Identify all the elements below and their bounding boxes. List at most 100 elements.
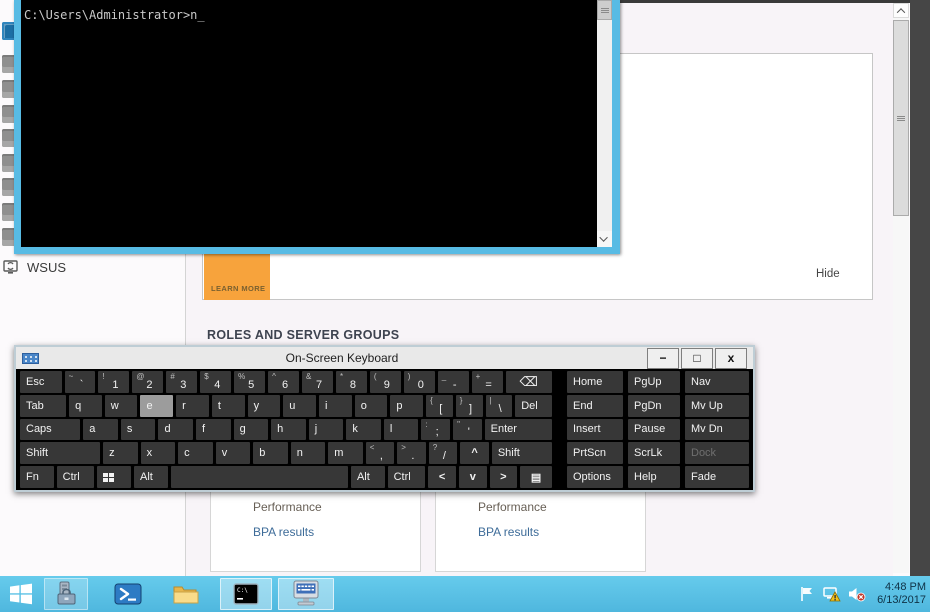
key-n[interactable]: n (291, 442, 326, 464)
volume-muted-icon[interactable] (848, 585, 866, 603)
key-y[interactable]: y (248, 395, 281, 417)
key-r[interactable]: r (176, 395, 209, 417)
key-u[interactable]: u (283, 395, 316, 417)
key-Alt[interactable]: Alt (134, 466, 168, 488)
key-Tab[interactable]: Tab (20, 395, 66, 417)
key-1[interactable]: !1 (98, 371, 129, 393)
file-explorer-taskbar-button[interactable] (162, 578, 210, 610)
key-g[interactable]: g (234, 419, 269, 441)
key-'[interactable]: "' (453, 419, 482, 441)
key-Esc[interactable]: Esc (20, 371, 62, 393)
clock[interactable]: 4:48 PM 6/13/2017 (877, 581, 926, 607)
key-h[interactable]: h (271, 419, 306, 441)
key-f[interactable]: f (196, 419, 231, 441)
start-button[interactable] (2, 577, 40, 611)
key-Alt[interactable]: Alt (351, 466, 385, 488)
command-prompt-taskbar-button[interactable]: C:\ (220, 578, 272, 610)
key-,[interactable]: <, (366, 442, 395, 464)
key-c[interactable]: c (178, 442, 213, 464)
key-s[interactable]: s (121, 419, 156, 441)
key-Home[interactable]: Home (567, 371, 623, 393)
key-d[interactable]: d (158, 419, 193, 441)
key-Options[interactable]: Options (567, 466, 623, 488)
key-`[interactable]: ~` (65, 371, 96, 393)
key-⌫[interactable]: ⌫ (506, 371, 552, 393)
action-center-flag-icon[interactable] (798, 585, 816, 603)
key-i[interactable]: i (319, 395, 352, 417)
key-\[interactable]: |\ (486, 395, 513, 417)
key-PgDn[interactable]: PgDn (628, 395, 680, 417)
key-Enter[interactable]: Enter (485, 419, 552, 441)
key-▤[interactable]: ▤ (520, 466, 552, 488)
key-Ctrl[interactable]: Ctrl (388, 466, 426, 488)
key-windows[interactable] (97, 466, 131, 488)
hide-link[interactable]: Hide (816, 268, 840, 280)
key-e[interactable]: e (140, 395, 173, 417)
network-status-icon[interactable] (823, 585, 841, 603)
key-v[interactable]: v (459, 466, 487, 488)
key-l[interactable]: l (384, 419, 419, 441)
dashboard-scrollbar[interactable] (893, 3, 909, 573)
key-m[interactable]: m (328, 442, 363, 464)
key-w[interactable]: w (105, 395, 138, 417)
key-Help[interactable]: Help (628, 466, 680, 488)
scrollbar-up-button[interactable] (893, 3, 909, 18)
console-scrollbar[interactable] (597, 0, 612, 247)
command-prompt-window[interactable]: C:\Users\Administrator>n_ (14, 0, 620, 254)
key-7[interactable]: &7 (302, 371, 333, 393)
key-Shift[interactable]: Shift (492, 442, 552, 464)
console-output-area[interactable]: C:\Users\Administrator>n_ (21, 0, 597, 247)
bpa-results-link[interactable]: BPA results (478, 525, 539, 539)
key-;[interactable]: :; (421, 419, 450, 441)
key-.[interactable]: >. (397, 442, 426, 464)
key-Fade[interactable]: Fade (685, 466, 749, 488)
console-scrollbar-down-button[interactable] (597, 231, 612, 247)
minimize-button[interactable]: − (647, 348, 679, 369)
key-k[interactable]: k (346, 419, 381, 441)
key-o[interactable]: o (355, 395, 388, 417)
key-9[interactable]: (9 (370, 371, 401, 393)
key-x[interactable]: x (141, 442, 176, 464)
performance-link[interactable]: Performance (478, 500, 547, 514)
key-Pause[interactable]: Pause (628, 419, 680, 441)
key-ScrLk[interactable]: ScrLk (628, 442, 680, 464)
key-Insert[interactable]: Insert (567, 419, 623, 441)
sidebar-item-wsus[interactable]: WSUS (3, 257, 173, 277)
close-button[interactable]: x (715, 348, 747, 369)
key-8[interactable]: *8 (336, 371, 367, 393)
key-j[interactable]: j (309, 419, 344, 441)
key-v[interactable]: v (216, 442, 251, 464)
key--[interactable]: _- (438, 371, 469, 393)
key-[[interactable]: {[ (426, 395, 453, 417)
key-5[interactable]: %5 (234, 371, 265, 393)
key-/[interactable]: ?/ (429, 442, 458, 464)
server-manager-taskbar-button[interactable] (44, 578, 88, 610)
key-=[interactable]: += (472, 371, 503, 393)
key-Ctrl[interactable]: Ctrl (57, 466, 95, 488)
key-4[interactable]: $4 (200, 371, 231, 393)
scrollbar-thumb[interactable] (893, 20, 909, 216)
key-][interactable]: }] (456, 395, 483, 417)
console-scrollbar-thumb[interactable] (597, 0, 612, 20)
key-Caps[interactable]: Caps (20, 419, 80, 441)
on-screen-keyboard-taskbar-button[interactable] (278, 578, 334, 610)
key-t[interactable]: t (212, 395, 245, 417)
key-0[interactable]: )0 (404, 371, 435, 393)
key-p[interactable]: p (390, 395, 423, 417)
key-Del[interactable]: Del (515, 395, 552, 417)
key-Shift[interactable]: Shift (20, 442, 100, 464)
key-Nav[interactable]: Nav (685, 371, 749, 393)
key-End[interactable]: End (567, 395, 623, 417)
powershell-taskbar-button[interactable] (104, 578, 152, 610)
maximize-button[interactable]: □ (681, 348, 713, 369)
key-Fn[interactable]: Fn (20, 466, 54, 488)
key-PgUp[interactable]: PgUp (628, 371, 680, 393)
osk-titlebar[interactable]: On-Screen Keyboard − □ x (16, 347, 753, 369)
key-z[interactable]: z (103, 442, 138, 464)
bpa-results-link[interactable]: BPA results (253, 525, 314, 539)
key->[interactable]: > (490, 466, 518, 488)
key-sp[interactable] (171, 466, 348, 488)
key-Mv Dn[interactable]: Mv Dn (685, 419, 749, 441)
key-6[interactable]: ^6 (268, 371, 299, 393)
key-2[interactable]: @2 (132, 371, 163, 393)
